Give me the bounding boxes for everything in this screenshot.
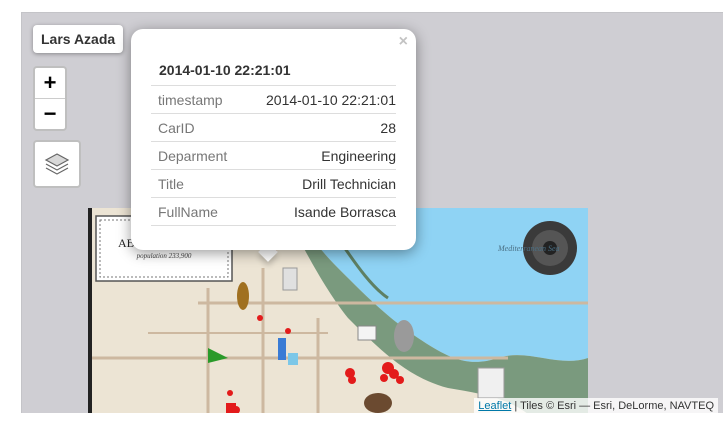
bottom-strip — [0, 413, 723, 427]
tiles-attribution: | Tiles © Esri — Esri, DeLorme, NAVTEQ — [511, 400, 714, 412]
row-value: 2014-01-10 22:21:01 — [241, 85, 396, 114]
row-key: FullName — [151, 197, 242, 226]
row-key: CarID — [151, 113, 242, 142]
row-value: Isande Borrasca — [241, 197, 396, 226]
zoom-in-button[interactable]: + — [35, 68, 65, 99]
row-value: 28 — [241, 113, 396, 142]
table-row: Deparment Engineering — [151, 141, 396, 170]
row-value: Engineering — [241, 141, 396, 170]
popup-table: timestamp 2014-01-10 22:21:01 CarID 28 Dep… — [151, 85, 396, 226]
table-row: CarID 28 — [151, 113, 396, 142]
zoom-control: + − — [33, 66, 67, 131]
map-attribution: Leaflet | Tiles © Esri — Esri, DeLorme, … — [474, 398, 718, 414]
map-sea-label: Mediterranean Sea — [498, 244, 560, 253]
user-name-label: Lars Azada — [33, 25, 124, 53]
layers-button[interactable] — [33, 140, 81, 188]
popup-title: 2014-01-10 22:21:01 — [159, 62, 291, 78]
top-strip — [0, 0, 723, 12]
leaflet-link[interactable]: Leaflet — [478, 400, 511, 412]
row-key: Title — [151, 169, 242, 198]
info-popup: × 2014-01-10 22:21:01 timestamp 2014-01-1… — [131, 29, 416, 250]
table-row: Title Drill Technician — [151, 169, 396, 198]
map-view[interactable]: ABILA, KRONOS population 233,900 Mediter… — [21, 12, 723, 414]
table-row: FullName Isande Borrasca — [151, 197, 396, 226]
row-key: Deparment — [151, 141, 242, 170]
table-row: timestamp 2014-01-10 22:21:01 — [151, 85, 396, 114]
row-value: Drill Technician — [241, 169, 396, 198]
map-town-population: population 233,900 — [136, 252, 192, 260]
layers-icon — [44, 153, 70, 175]
close-icon[interactable]: × — [399, 33, 408, 51]
row-key: timestamp — [151, 85, 242, 114]
zoom-out-button[interactable]: − — [35, 99, 65, 129]
